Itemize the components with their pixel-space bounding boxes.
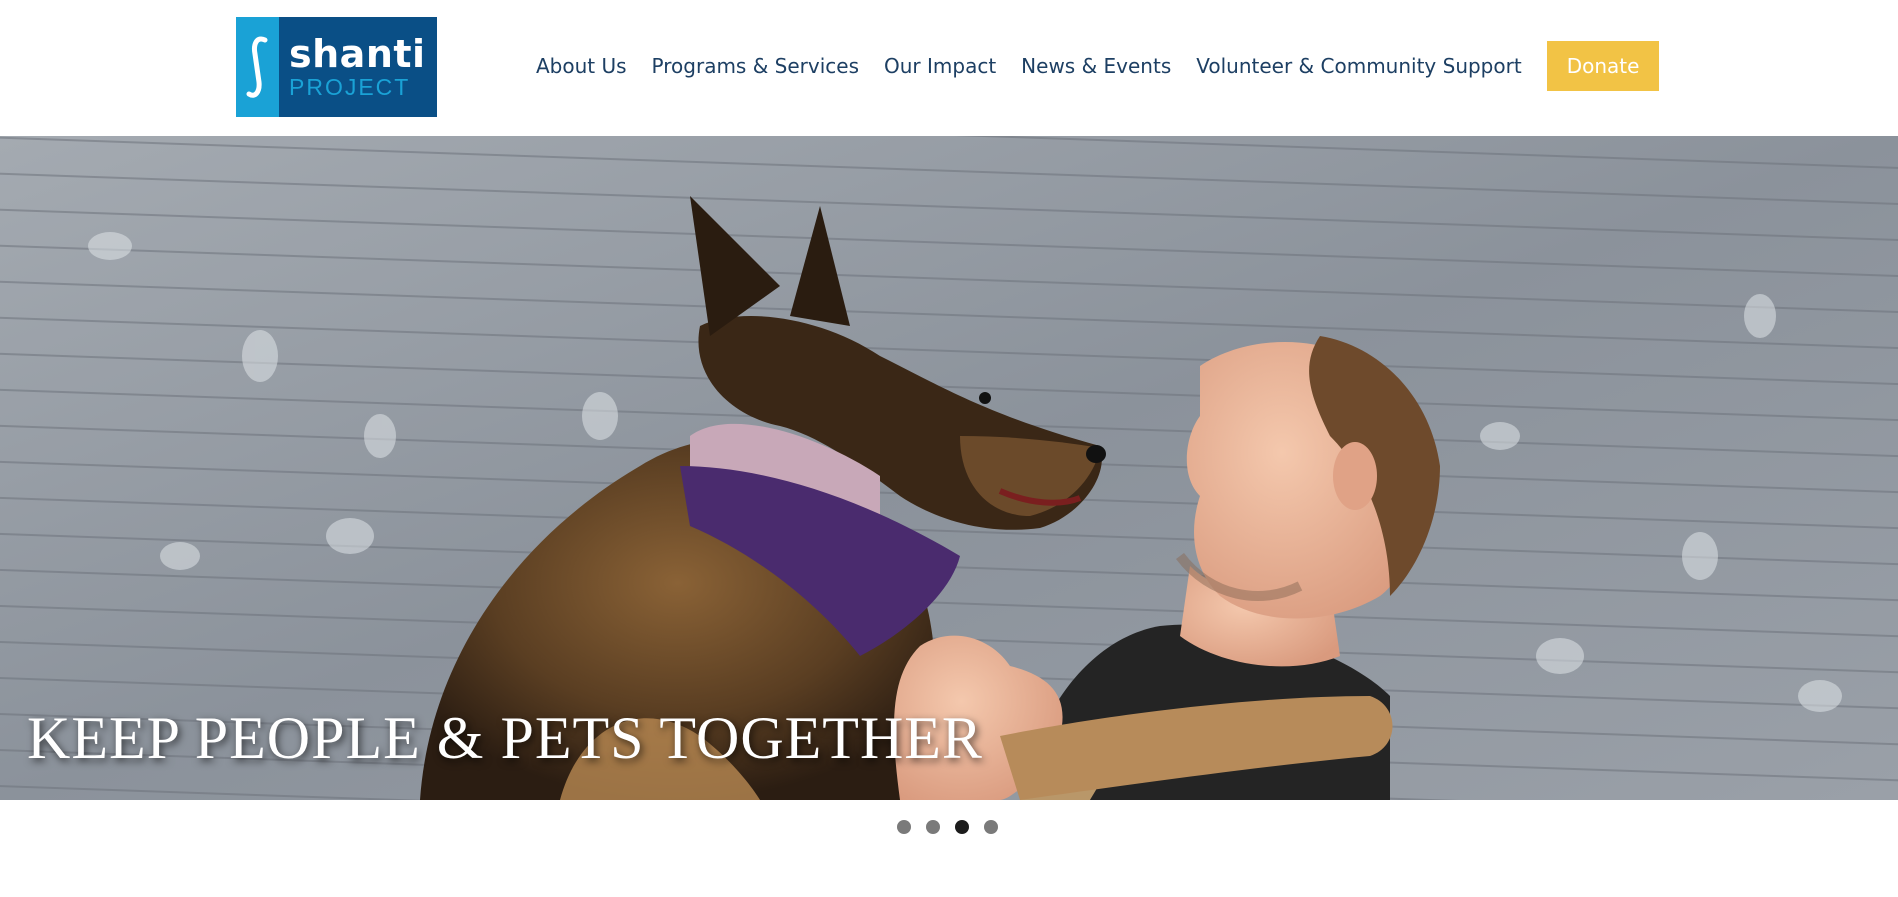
site-header: shanti PROJECT About Us Programs & Servi…: [0, 0, 1898, 136]
slider-dot-3[interactable]: [955, 820, 969, 834]
main-nav: About Us Programs & Services Our Impact …: [536, 41, 1660, 91]
slider-pagination: [897, 820, 1013, 834]
logo-wordmark: shanti: [289, 32, 426, 76]
shanti-project-logo[interactable]: shanti PROJECT: [236, 17, 437, 117]
slider-dot-2[interactable]: [926, 820, 940, 834]
slider-dot-4[interactable]: [984, 820, 998, 834]
nav-item-our-impact[interactable]: Our Impact: [884, 54, 996, 78]
nav-item-about-us[interactable]: About Us: [536, 54, 627, 78]
nav-item-news-events[interactable]: News & Events: [1021, 54, 1171, 78]
hero-photo: [0, 136, 1898, 800]
hero-caption: KEEP PEOPLE & PETS TOGETHER: [27, 705, 983, 771]
logo-subtitle: PROJECT: [289, 74, 411, 100]
nav-item-volunteer-community[interactable]: Volunteer & Community Support: [1196, 54, 1521, 78]
donate-button[interactable]: Donate: [1546, 41, 1660, 91]
nav-item-programs-services[interactable]: Programs & Services: [652, 54, 859, 78]
slider-dot-1[interactable]: [897, 820, 911, 834]
hero-slider[interactable]: KEEP PEOPLE & PETS TOGETHER: [0, 136, 1898, 800]
integral-mark-icon: [236, 17, 279, 117]
